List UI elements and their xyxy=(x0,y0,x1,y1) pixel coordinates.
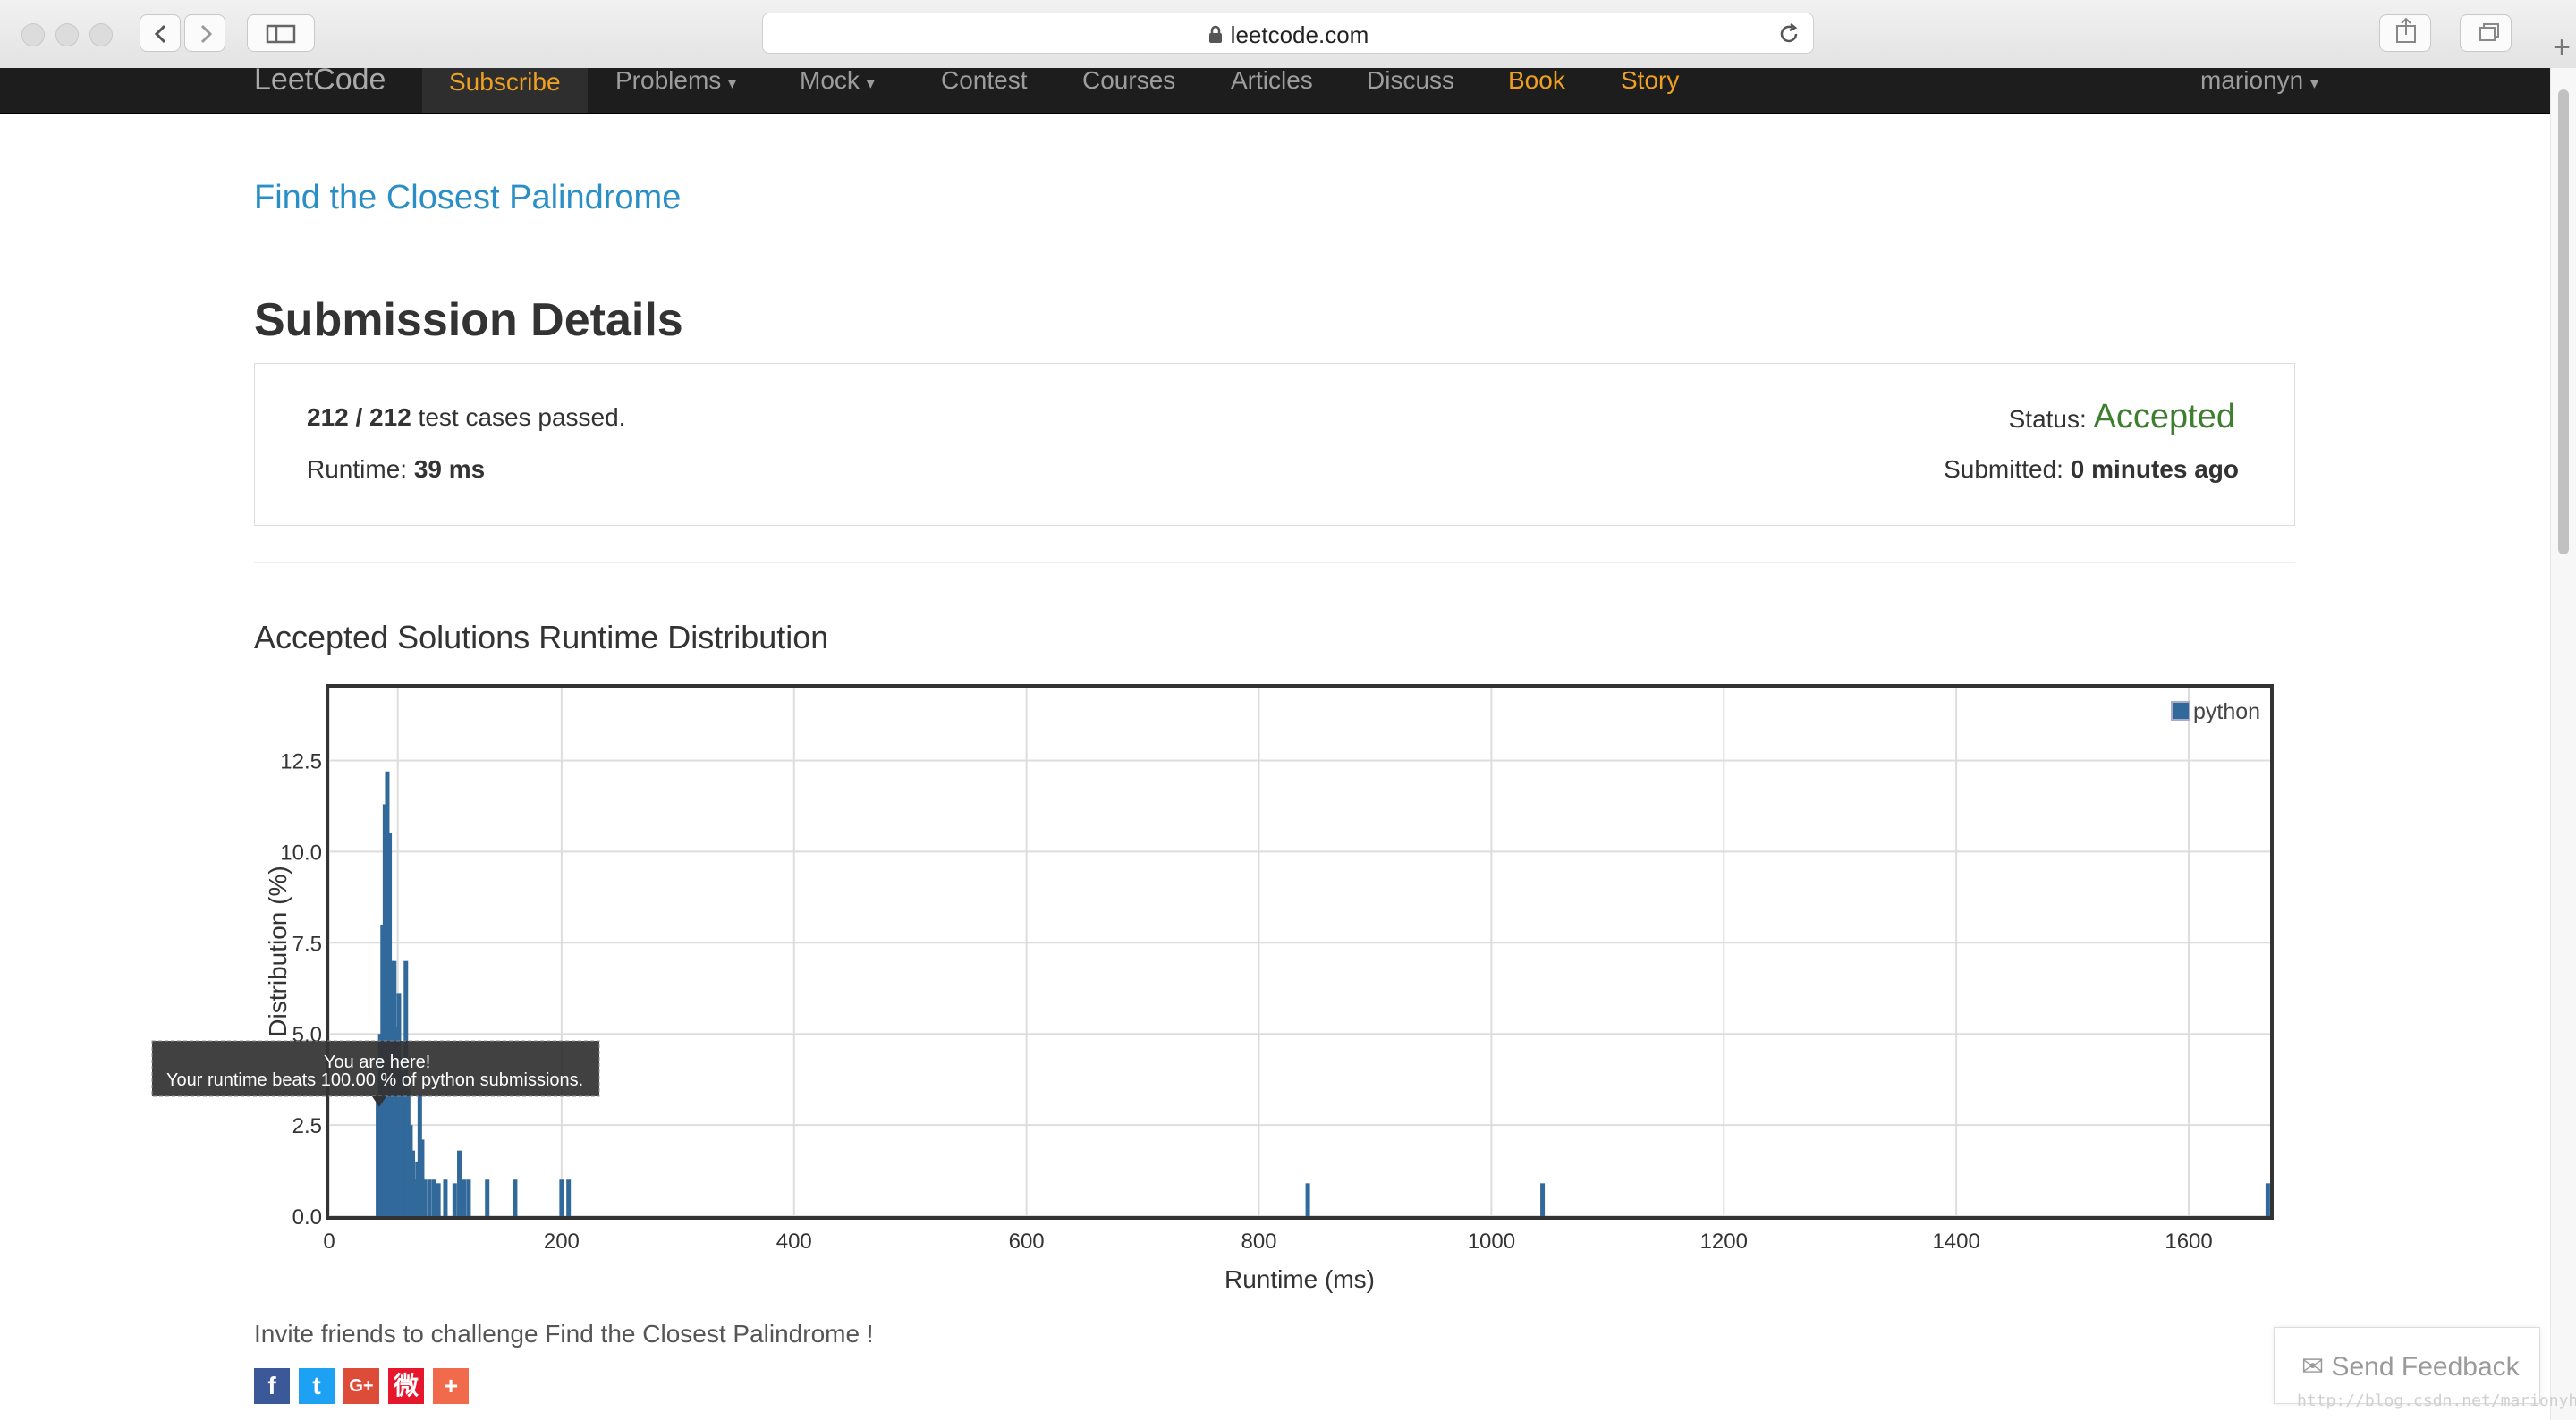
x-tick-label: 1200 xyxy=(1700,1230,1748,1254)
bar xyxy=(1540,1183,1546,1216)
legend-swatch xyxy=(2171,701,2190,721)
more-share-icon[interactable]: + xyxy=(433,1368,469,1404)
bar xyxy=(422,1179,428,1216)
y-axis-label: Distribution (%) xyxy=(264,866,292,1036)
invite-text: Invite friends to challenge Find the Clo… xyxy=(254,1320,874,1348)
bar xyxy=(443,1179,448,1216)
x-axis-label: Runtime (ms) xyxy=(1224,1265,1375,1293)
x-tick-label: 600 xyxy=(1009,1230,1045,1254)
y-tick-label: 7.5 xyxy=(292,932,322,956)
chart-legend: python xyxy=(2171,699,2260,724)
bar xyxy=(485,1179,490,1216)
bar xyxy=(1305,1183,1310,1216)
twitter-icon[interactable]: t xyxy=(299,1368,335,1404)
bar xyxy=(559,1179,564,1216)
chart-grid xyxy=(328,688,2270,1217)
tooltip-line-2: Your runtime beats 100.00 % of python su… xyxy=(166,1070,583,1090)
tooltip-line-1: You are here! xyxy=(324,1052,430,1072)
facebook-icon[interactable]: f xyxy=(254,1368,290,1404)
bar xyxy=(427,1179,432,1216)
x-tick-label: 800 xyxy=(1241,1230,1276,1254)
y-tick-label: 12.5 xyxy=(280,750,322,774)
mail-icon: ✉ xyxy=(2301,1352,2325,1382)
bar xyxy=(513,1179,518,1216)
legend-label: python xyxy=(2193,699,2260,724)
x-tick-label: 0 xyxy=(323,1230,335,1254)
x-tick-label: 1600 xyxy=(2165,1230,2212,1254)
bar xyxy=(436,1183,441,1216)
plot-frame xyxy=(326,684,2274,1220)
x-tick-label: 200 xyxy=(544,1230,580,1254)
watermark: http://blog.csdn.net/marionyh xyxy=(2297,1391,2576,1410)
x-tick-label: 1000 xyxy=(1468,1230,1515,1254)
bar xyxy=(457,1150,462,1216)
x-tick-label: 1400 xyxy=(1932,1230,1979,1254)
send-feedback-label: Send Feedback xyxy=(2331,1352,2520,1382)
bar xyxy=(431,1179,436,1216)
bar xyxy=(462,1179,467,1216)
bar xyxy=(2265,1183,2270,1216)
x-tick-label: 400 xyxy=(776,1230,812,1254)
x-tick-labels: 0 200 400 600 800 1000 1200 1400 1600 xyxy=(323,1230,2212,1254)
bar xyxy=(452,1183,457,1216)
runtime-tooltip: You are here! Your runtime beats 100.00 … xyxy=(151,1040,600,1107)
y-tick-label: 10.0 xyxy=(280,841,322,865)
y-tick-label: 0.0 xyxy=(292,1205,322,1230)
bar xyxy=(466,1179,471,1216)
weibo-icon[interactable]: 微 xyxy=(388,1368,424,1404)
y-tick-label: 2.5 xyxy=(292,1114,322,1138)
google-plus-icon[interactable]: G+ xyxy=(343,1368,379,1404)
chart-bars xyxy=(376,771,2270,1216)
runtime-distribution-chart: 0 200 400 600 800 1000 1200 1400 1600 0.02.55.07… xyxy=(151,684,2274,1293)
bar xyxy=(566,1179,572,1216)
